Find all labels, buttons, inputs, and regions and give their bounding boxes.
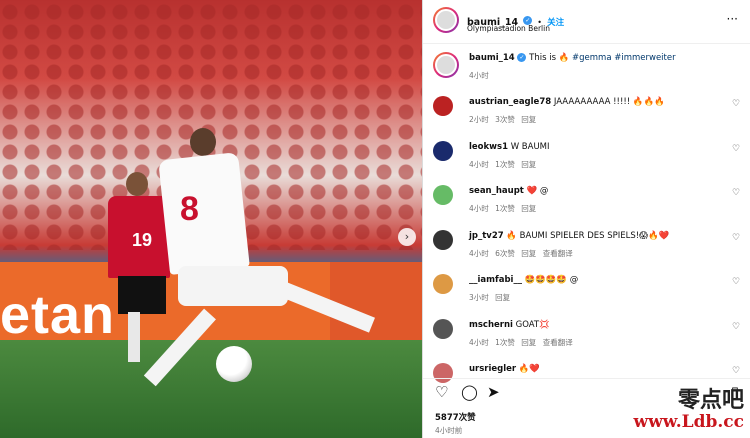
heart-icon[interactable]: ♡ (732, 233, 741, 243)
comment-username[interactable]: leokws1 (469, 142, 508, 152)
post-time: 4小时前 (435, 426, 463, 435)
post-sidebar: baumi_14 ✓ • 关注 Olympiastadion Berlin ··… (422, 0, 750, 438)
watermark: 零点吧 www.Ldb.cc (634, 388, 744, 432)
avatar[interactable] (433, 229, 453, 250)
watermark-url: www.Ldb.cc (633, 412, 744, 432)
comment-username[interactable]: jp_tv27 (469, 231, 504, 241)
heart-icon[interactable]: ♡ (732, 278, 741, 287)
like-count[interactable]: 5877次赞 (435, 411, 476, 423)
comment-meta[interactable]: 4小时 1次赞 回复 (469, 159, 536, 170)
next-arrow-icon[interactable]: › (398, 228, 416, 246)
comment-username[interactable]: __iamfabi__ (469, 275, 522, 285)
comment-text: GOAT💢 (515, 319, 550, 330)
heart-icon[interactable]: ♡ (732, 367, 741, 376)
avatar[interactable] (433, 7, 459, 33)
comment-text: 🔥❤️ (518, 364, 541, 374)
heart-icon[interactable]: ♡ (732, 144, 741, 154)
caption-time: 4小时 (469, 71, 489, 80)
location[interactable]: Olympiastadion Berlin (467, 24, 550, 33)
avatar[interactable] (433, 52, 459, 78)
comment-meta[interactable]: 2小时 3次赞 回复 (469, 114, 536, 125)
avatar[interactable] (433, 140, 453, 161)
post-photo: etan 19 8 › (0, 0, 422, 438)
avatar[interactable] (433, 96, 453, 116)
comment-text: 🔥 BAUMI SPIELER DES SPIELS!😱🔥❤️ (506, 230, 670, 241)
caption-text: This is (529, 53, 559, 63)
avatar[interactable] (433, 274, 453, 294)
comment-text: 🤩🤩🤩🤩 @ (524, 275, 579, 285)
heart-icon[interactable]: ♡ (732, 322, 741, 332)
caption-tags[interactable]: #gemma #immerweiter (572, 53, 676, 63)
comment-meta[interactable]: 4小时 1次赞 回复 (469, 203, 536, 214)
heart-icon[interactable]: ♡ (732, 189, 741, 198)
avatar[interactable] (433, 185, 453, 205)
heart-icon[interactable]: ♡ (435, 385, 448, 400)
comment-username[interactable]: sean_haupt (469, 186, 524, 196)
fire-emoji: 🔥 (558, 53, 570, 63)
comment-username[interactable]: mscherni (469, 320, 513, 330)
post-header: baumi_14 ✓ • 关注 Olympiastadion Berlin ··… (423, 0, 750, 44)
heart-icon[interactable]: ♡ (732, 100, 741, 109)
avatar[interactable] (433, 318, 453, 339)
caption-username[interactable]: baumi_14 (469, 53, 515, 63)
shirt-number-8: 8 (180, 190, 199, 228)
watermark-cn: 零点吧 (677, 387, 744, 413)
comment-username[interactable]: austrian_eagle78 (469, 97, 551, 107)
comment-meta[interactable]: 3小时 回复 (469, 292, 510, 303)
comment-meta[interactable]: 4小时 1次赞 回复 查看翻译 (469, 337, 573, 348)
more-icon[interactable]: ··· (727, 12, 738, 26)
comment-meta[interactable]: 4小时 6次赞 回复 查看翻译 (469, 248, 573, 259)
comment-text: ❤️ @ (526, 186, 549, 196)
player-poland: 8 (143, 128, 380, 418)
share-icon[interactable]: ➤ (487, 385, 500, 400)
comment-icon[interactable]: ◯ (461, 385, 478, 400)
football (216, 346, 252, 382)
comment-text: W BAUMI (510, 141, 550, 152)
verified-icon: ✓ (517, 53, 527, 62)
comment-username[interactable]: ursriegler (469, 364, 516, 374)
comment-text: JAAAAAAAAA !!!!! 🔥🔥🔥 (553, 97, 665, 107)
